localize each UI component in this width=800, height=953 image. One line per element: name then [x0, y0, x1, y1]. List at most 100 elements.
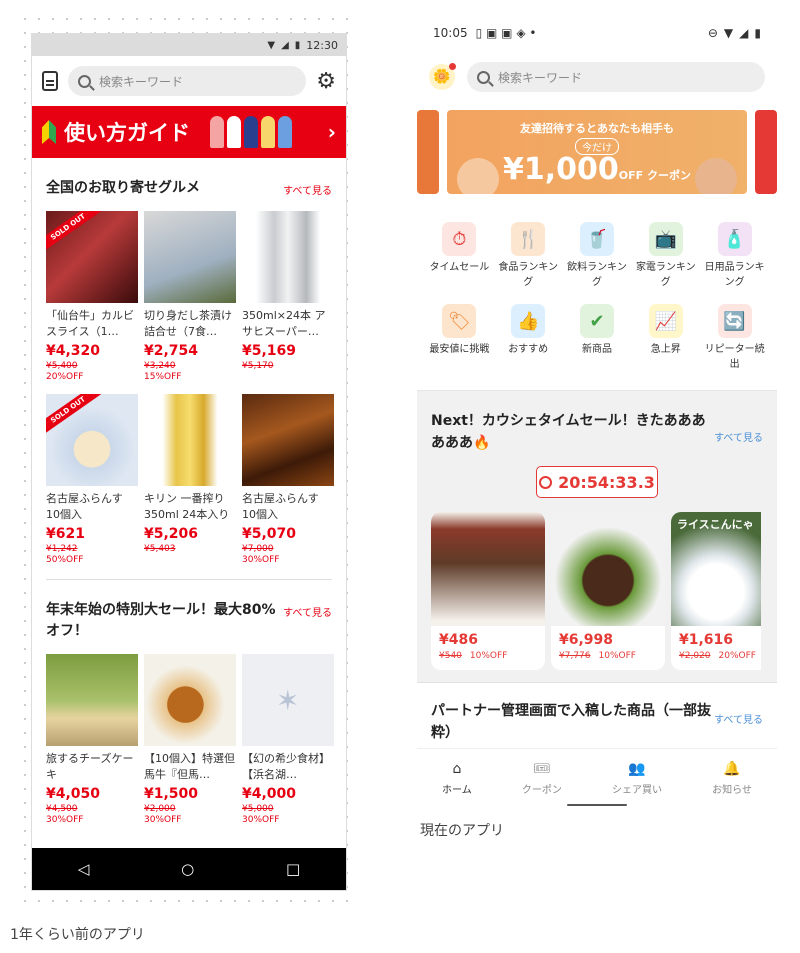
category-icon: ⏱ — [442, 222, 477, 256]
section-gourmet: 全国のお取り寄せグルメ すべて見る SOLD OUT 「仙台牛」カルビスライス（1… — [32, 158, 346, 565]
product-image — [242, 211, 334, 303]
product-image — [144, 211, 236, 303]
home-indicator — [567, 804, 627, 806]
category-grid: ⏱ タイムセール 🍴 食品ランキング 🥤 飲料ランキング 📺 家電ランキング 🧴 日用品… — [417, 194, 777, 390]
app-logo-icon[interactable]: 🌼 — [429, 63, 456, 90]
battery-icon: ▮ — [754, 26, 761, 40]
category-icon: 🧴 — [717, 222, 752, 256]
banner-carousel[interactable]: 友達招待するとあなたも相手も 今だけ ¥1,000OFF クーポン — [417, 110, 777, 194]
sale-card[interactable]: ¥486 ¥540 10%OFF — [431, 512, 545, 671]
person-illustration — [695, 158, 738, 194]
nav-label: お知らせ — [712, 785, 752, 796]
category-item[interactable]: 🍴 食品ランキング — [494, 222, 563, 290]
product-image — [144, 654, 236, 746]
discount-label: 10%OFF — [598, 651, 636, 662]
see-all-link[interactable]: すべて見る — [283, 178, 332, 197]
nav-share-buy[interactable]: 👥 シェア買い — [612, 761, 662, 796]
sale-cards: ¥486 ¥540 10%OFF ¥6,998 ¥7,776 10%OFF ライスこん… — [431, 512, 763, 671]
nav-home[interactable]: ⌂ ホーム — [442, 761, 472, 796]
category-item[interactable]: 🔄 リピーター続出 — [700, 304, 769, 372]
product-image — [46, 654, 138, 746]
search-placeholder: 検索キーワード — [498, 70, 583, 85]
see-all-link[interactable]: すべて見る — [714, 411, 763, 454]
guide-banner-label: 使い方ガイド — [64, 121, 190, 145]
banner-next[interactable] — [755, 110, 777, 194]
beginner-mark-icon — [42, 120, 56, 144]
product-price: ¥6,998 — [559, 632, 614, 649]
sale-card[interactable]: ¥6,998 ¥7,776 10%OFF — [551, 512, 665, 671]
product-image — [242, 394, 334, 486]
original-price: ¥7,776 — [559, 651, 591, 662]
category-label: 食品ランキング — [498, 262, 559, 288]
menu-doc-icon[interactable] — [42, 71, 58, 91]
wifi-icon: ▼ — [723, 26, 734, 40]
status-time: 10:05 — [433, 26, 468, 40]
discount-label: 30%OFF — [242, 555, 280, 565]
see-all-link[interactable]: すべて見る — [283, 600, 332, 619]
product-price: ¥4,050 — [46, 786, 101, 802]
product-item[interactable]: SOLD OUT 「仙台牛」カルビスライス（1… ¥4,320 ¥5,400 20… — [46, 211, 138, 382]
banner-headline: 友達招待するとあなたも相手も — [520, 121, 674, 135]
category-item[interactable]: 📺 家電ランキング — [631, 222, 700, 290]
search-input[interactable]: 検索キーワード — [467, 62, 765, 92]
category-item[interactable]: 🏷 最安値に挑戦 — [425, 304, 494, 372]
original-price: ¥2,000 — [144, 804, 176, 814]
invite-banner[interactable]: 友達招待するとあなたも相手も 今だけ ¥1,000OFF クーポン — [446, 110, 748, 194]
category-item[interactable]: ⏱ タイムセール — [425, 222, 494, 290]
banner-prev[interactable] — [417, 110, 439, 194]
search-input[interactable]: 検索キーワード — [68, 66, 307, 96]
product-item[interactable]: 350ml×24本 アサヒスーパー… ¥5,169 ¥5,170 — [242, 211, 334, 382]
recents-icon[interactable]: □ — [286, 860, 300, 878]
category-icon: 🍴 — [511, 222, 546, 256]
category-item[interactable]: 🧴 日用品ランキング — [700, 222, 769, 290]
category-item[interactable]: ✔ 新商品 — [563, 304, 632, 372]
banner-amount: ¥1,000OFF クーポン — [503, 151, 691, 187]
caption-old: 1年くらい前のアプリ — [10, 927, 145, 943]
original-price: ¥1,242 — [46, 544, 78, 554]
gear-icon[interactable]: ⚙ — [316, 69, 336, 94]
banner-illustration — [210, 116, 292, 148]
category-item[interactable]: 🥤 飲料ランキング — [563, 222, 632, 290]
product-item[interactable]: 切り身だし茶漬け詰合せ（7食… ¥2,754 ¥3,240 15%OFF — [144, 211, 236, 382]
section-title: 年末年始の特別大セール！最大80%オフ！ — [46, 602, 276, 639]
home-icon: ⌂ — [452, 761, 462, 777]
back-icon[interactable]: ◁ — [78, 860, 90, 878]
product-item[interactable]: キリン 一番搾り 350ml 24本入り ¥5,206 ¥5,403 — [144, 394, 236, 565]
original-price: ¥5,403 — [144, 544, 176, 554]
sold-out-badge: SOLD OUT — [46, 394, 105, 438]
category-label: 急上昇 — [650, 344, 681, 355]
category-item[interactable]: 👍 おすすめ — [494, 304, 563, 372]
home-icon[interactable]: ○ — [181, 860, 194, 878]
nav-notifications[interactable]: 🔔 お知らせ — [712, 761, 752, 796]
nav-label: ホーム — [442, 785, 472, 796]
see-all-link[interactable]: すべて見る — [714, 701, 763, 744]
category-icon: 📈 — [648, 304, 683, 338]
product-name: 旅するチーズケーキ — [46, 752, 134, 781]
person-illustration — [456, 158, 499, 194]
discount-label: 10%OFF — [469, 651, 508, 662]
category-icon: 🏷 — [442, 304, 477, 338]
nav-coupon[interactable]: 🎟 クーポン — [522, 761, 562, 796]
placeholder-logo-icon: ✶ — [276, 684, 300, 717]
product-item[interactable]: 名古屋ふらんす 10個入 ¥5,070 ¥7,000 30%OFF — [242, 394, 334, 565]
signal-icon: ◢ — [281, 39, 289, 51]
original-price: ¥7,000 — [242, 544, 274, 554]
caption-new: 現在のアプリ — [420, 823, 504, 839]
guide-banner[interactable]: 使い方ガイド › — [32, 106, 346, 158]
time-sale-section: Next！カウシェタイムセール！きたああああああ🔥 すべて見る 20:54:33… — [417, 390, 777, 683]
category-label: 日用品ランキング — [704, 262, 765, 288]
category-icon: 📺 — [648, 222, 683, 256]
old-app-screen: ▼ ◢ ▮ 12:30 検索キーワード ⚙ 使い方ガイド › 全国のお取り寄せグ… — [31, 33, 347, 891]
product-item[interactable]: ✶ 【幻の希少食材】【浜名湖… ¥4,000 ¥5,000 30%OFF — [242, 654, 334, 825]
product-price: ¥4,320 — [46, 343, 101, 359]
product-image: SOLD OUT — [46, 211, 138, 303]
discount-label: 30%OFF — [144, 815, 182, 825]
product-name: 名古屋ふらんす 10個入 — [46, 492, 123, 521]
sale-card[interactable]: ライスこんにゃ ¥1,616 ¥2,020 20%OFF — [671, 512, 761, 671]
nav-label: シェア買い — [611, 785, 662, 796]
product-item[interactable]: 【10個入】特選但馬牛『但馬… ¥1,500 ¥2,000 30%OFF — [144, 654, 236, 825]
product-item[interactable]: 旅するチーズケーキ ¥4,050 ¥4,500 30%OFF — [46, 654, 138, 825]
product-item[interactable]: SOLD OUT 名古屋ふらんす 10個入 ¥621 ¥1,242 50%OFF — [46, 394, 138, 565]
image-overlay-text: ライスこんにゃ — [677, 518, 754, 532]
category-item[interactable]: 📈 急上昇 — [631, 304, 700, 372]
